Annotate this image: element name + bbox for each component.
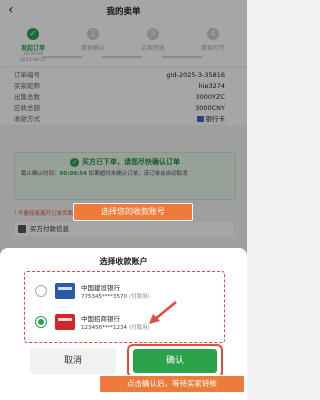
account-option-ccb[interactable]: 中国建设银行 775345****3570 (付款用) <box>35 279 215 305</box>
radio-selected[interactable] <box>35 316 47 328</box>
account-number: 775345****3570 <box>81 294 127 300</box>
confirm-highlight: 确认 <box>127 344 223 378</box>
ccb-logo <box>55 283 75 299</box>
confirm-button[interactable]: 确认 <box>133 349 217 373</box>
bank-name: 中国建设银行 <box>81 284 120 292</box>
account-list-highlight: 中国建设银行 775345****3570 (付款用) 中国招商银行 123456… <box>24 271 225 343</box>
sheet-title: 选择收款账户 <box>99 257 148 266</box>
account-tag: (付款用) <box>129 294 150 300</box>
account-option-cmb[interactable]: 中国招商银行 123456****1234 (付款用) <box>35 310 215 336</box>
cmb-logo <box>55 314 75 330</box>
account-number-line: 775345****3570 (付款用) <box>81 292 150 300</box>
confirm-hint-callout: 点击确认后，等待买家转帐 <box>99 375 245 393</box>
bank-name: 中国招商银行 <box>81 315 120 323</box>
account-number-line: 123456****1234 (付款用) <box>81 323 150 331</box>
red-arrow-icon <box>149 301 177 324</box>
account-tag: (付款用) <box>129 325 150 331</box>
logo-stripe <box>58 318 72 321</box>
account-number: 123456****1234 <box>81 325 127 331</box>
radio-unselected[interactable] <box>35 285 47 297</box>
cancel-button[interactable]: 取消 <box>30 348 116 374</box>
logo-stripe <box>58 287 72 290</box>
select-account-callout: 选择您的收款账号 <box>73 203 193 221</box>
